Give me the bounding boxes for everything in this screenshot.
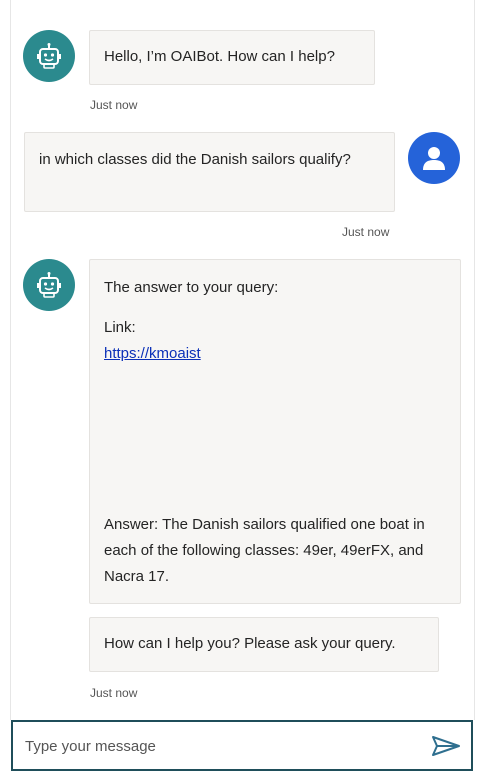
robot-icon: [37, 272, 61, 298]
message-timestamp: Just now: [342, 225, 390, 239]
right-border: [474, 0, 475, 720]
user-message-bubble: in which classes did the Danish sailors …: [24, 132, 395, 212]
bot-message-text: Hello, I’m OAIBot. How can I help?: [104, 48, 335, 65]
bot-avatar: [23, 259, 75, 311]
bot-message-bubble: How can I help you? Please ask your quer…: [89, 617, 439, 672]
link-label: Link:: [104, 319, 136, 336]
send-button[interactable]: [431, 734, 461, 758]
person-icon: [423, 147, 445, 170]
message-timestamp: Just now: [90, 686, 138, 700]
message-input-bar: [11, 720, 473, 771]
answer-link[interactable]: https://kmoaist: [104, 345, 201, 362]
bot-answer-bubble: The answer to your query: Link: https://…: [89, 259, 461, 604]
user-message-text: in which classes did the Danish sailors …: [39, 151, 351, 168]
message-input[interactable]: [25, 733, 415, 759]
bot-avatar: [23, 30, 75, 82]
bot-message-text: How can I help you? Please ask your quer…: [104, 635, 396, 652]
send-icon: [432, 736, 460, 756]
bot-message-bubble: Hello, I’m OAIBot. How can I help?: [89, 30, 375, 85]
answer-intro: The answer to your query:: [104, 279, 279, 296]
message-timestamp: Just now: [90, 98, 138, 112]
user-avatar: [408, 132, 460, 184]
answer-text: Answer: The Danish sailors qualified one…: [104, 516, 425, 585]
robot-icon: [37, 43, 61, 69]
answer-link-frame: https://kmoaist: [104, 341, 217, 367]
left-border: [10, 0, 11, 720]
chat-window: Hello, I’m OAIBot. How can I help? Just …: [0, 0, 482, 781]
